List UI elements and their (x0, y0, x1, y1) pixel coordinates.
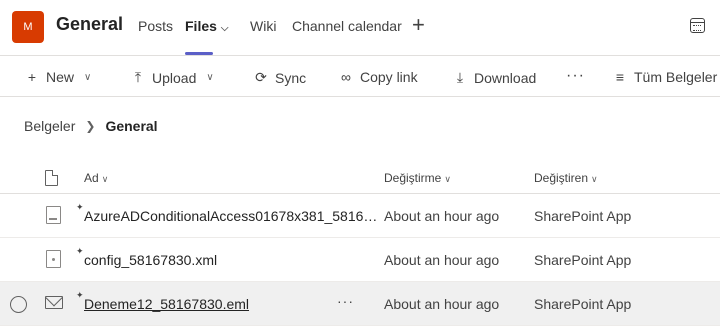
sync-button[interactable]: ⟳ Sync (253, 69, 306, 86)
channel-title: General (56, 14, 124, 34)
new-item-icon: ✦ (76, 202, 84, 212)
file-name-link[interactable]: Deneme12_58167830.eml (84, 296, 249, 312)
mail-icon (45, 296, 63, 309)
command-bar: + New ∨ ⤒ Upload ∨ ⟳ Sync ∞ Copy link ⤓ … (0, 57, 720, 97)
column-modified-by-label: Değiştiren (534, 171, 589, 185)
active-tab-indicator (185, 52, 213, 55)
add-tab-icon[interactable]: + (412, 14, 425, 36)
meet-calendar-icon[interactable] (690, 18, 705, 33)
modified-by: SharePoint App (534, 252, 632, 268)
list-view-icon: ≡ (615, 69, 625, 85)
upload-icon: ⤒ (134, 69, 142, 85)
sync-label: Sync (275, 69, 307, 86)
copy-link-button[interactable]: ∞ Copy link (338, 69, 418, 85)
image-file-icon (46, 206, 61, 224)
xml-file-icon (46, 250, 61, 268)
more-options-button[interactable]: ··· (566, 67, 585, 85)
chevron-down-icon: ∨ (206, 72, 214, 83)
table-row[interactable]: ✦ Deneme12_58167830.eml ··· About an hou… (0, 282, 720, 326)
file-name-link[interactable]: AzureADConditionalAccess01678x381_5816… (84, 208, 377, 224)
view-label: Tüm Belgeler (634, 69, 718, 85)
file-type-icon[interactable] (45, 170, 58, 186)
new-label: New (46, 69, 75, 85)
tab-channel-calendar[interactable]: Channel calendar (292, 18, 402, 34)
column-header-modified[interactable]: Değiştirme ∨ (384, 171, 451, 185)
tab-posts[interactable]: Posts (138, 18, 173, 34)
team-avatar[interactable]: M (12, 11, 44, 43)
tab-files[interactable]: Files ⌵ (185, 18, 229, 34)
file-name-link[interactable]: config_58167830.xml (84, 252, 217, 268)
tab-wiki[interactable]: Wiki (250, 18, 276, 34)
breadcrumb-current: General (105, 118, 158, 134)
upload-button[interactable]: ⤒ Upload ∨ (130, 69, 214, 86)
modified-time: About an hour ago (384, 208, 500, 224)
column-header-modified-by[interactable]: Değiştiren ∨ (534, 171, 598, 185)
row-more-options-button[interactable]: ··· (337, 293, 354, 309)
table-row[interactable]: ✦ AzureADConditionalAccess01678x381_5816… (0, 194, 720, 238)
new-button[interactable]: + New ∨ (24, 69, 91, 85)
modified-time: About an hour ago (384, 296, 500, 312)
breadcrumb: Belgeler ❯ General (24, 118, 158, 134)
column-modified-label: Değiştirme (384, 171, 442, 185)
download-button[interactable]: ⤓ Download (452, 69, 536, 86)
modified-time: About an hour ago (384, 252, 500, 268)
download-label: Download (474, 69, 537, 86)
copy-link-label: Copy link (360, 69, 418, 85)
view-switcher[interactable]: ≡ Tüm Belgeler (612, 69, 717, 85)
file-list-header: Ad ∨ Değiştirme ∨ Değiştiren ∨ (0, 162, 720, 194)
chevron-down-icon: ∨ (84, 71, 92, 83)
upload-label: Upload (152, 69, 197, 86)
chevron-down-icon[interactable]: ⌵ (221, 23, 229, 34)
table-row[interactable]: ✦ config_58167830.xml About an hour ago … (0, 238, 720, 282)
link-icon: ∞ (341, 69, 351, 85)
new-item-icon: ✦ (76, 290, 84, 300)
modified-by: SharePoint App (534, 296, 632, 312)
tab-files-label: Files (185, 18, 217, 34)
sync-icon: ⟳ (255, 69, 267, 85)
chevron-down-icon: ∨ (591, 174, 598, 184)
plus-icon: + (27, 69, 37, 85)
chevron-down-icon: ∨ (444, 174, 451, 184)
chevron-right-icon: ❯ (85, 119, 96, 133)
download-icon: ⤓ (456, 69, 464, 85)
row-select-radio[interactable] (10, 296, 27, 313)
breadcrumb-root[interactable]: Belgeler (24, 118, 75, 134)
modified-by: SharePoint App (534, 208, 632, 224)
column-header-name[interactable]: Ad ∨ (84, 171, 108, 185)
chevron-down-icon: ∨ (101, 174, 109, 184)
column-name-label: Ad (84, 171, 99, 185)
new-item-icon: ✦ (76, 246, 84, 256)
channel-header: M General Posts Files ⌵ Wiki Channel cale… (0, 0, 720, 56)
